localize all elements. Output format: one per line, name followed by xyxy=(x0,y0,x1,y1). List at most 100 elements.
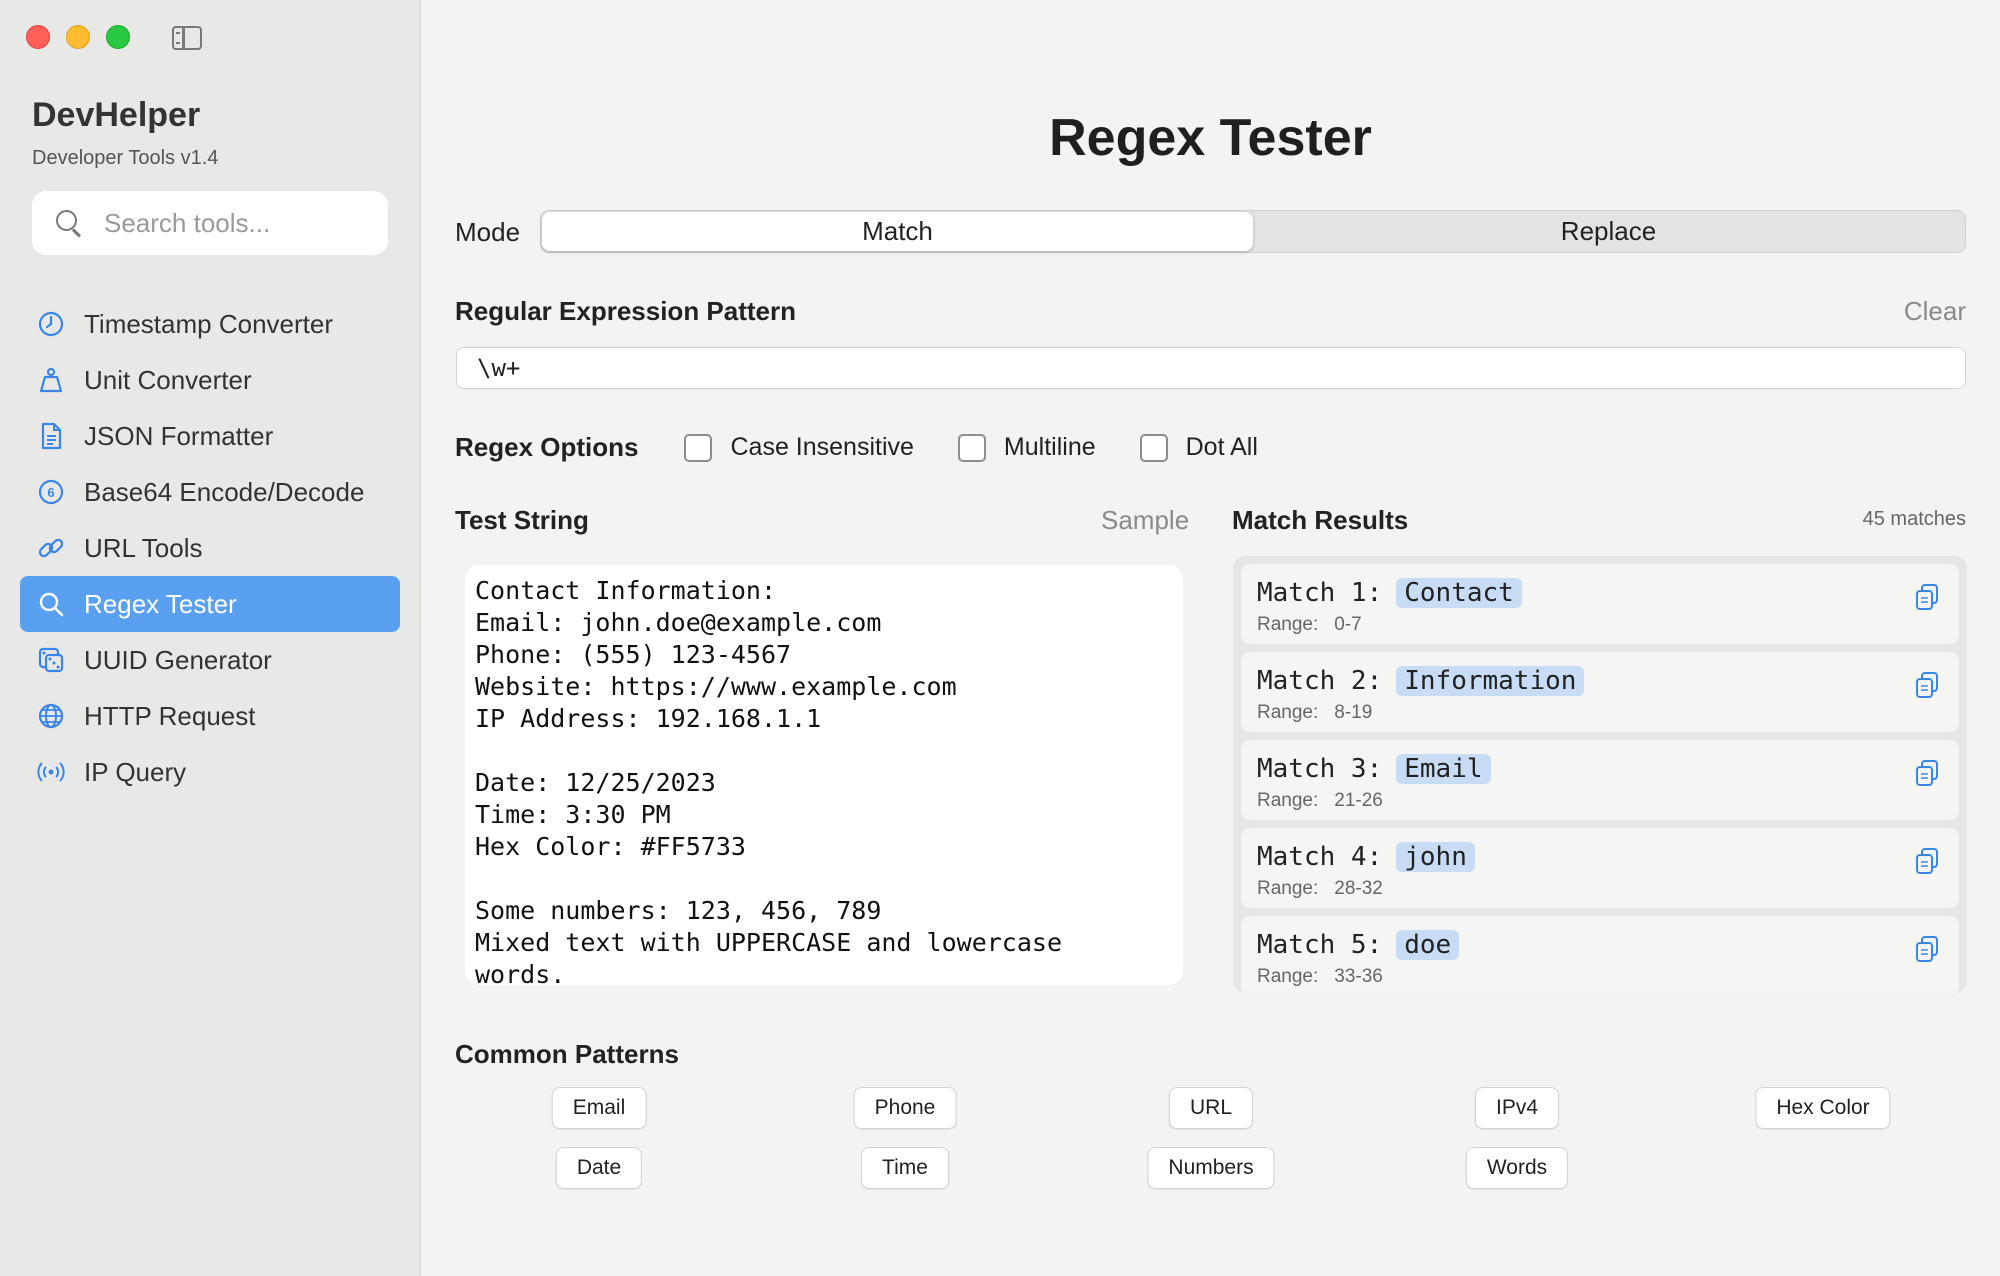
match-item: Match 2: Information Range: 8-19 xyxy=(1241,652,1959,732)
minimize-window-button[interactable] xyxy=(66,25,90,49)
match-number: Match 5: xyxy=(1257,930,1383,960)
copy-icon[interactable] xyxy=(1913,758,1941,788)
sidebar-item-base64[interactable]: 6 Base64 Encode/Decode xyxy=(20,464,400,520)
match-number: Match 4: xyxy=(1257,842,1383,872)
zoom-window-button[interactable] xyxy=(106,25,130,49)
search-icon xyxy=(56,210,82,236)
match-number: Match 3: xyxy=(1257,754,1383,784)
window-controls xyxy=(26,25,130,49)
range-value: 28-32 xyxy=(1334,878,1383,899)
copy-icon[interactable] xyxy=(1913,934,1941,964)
match-item: Match 1: Contact Range: 0-7 xyxy=(1241,564,1959,644)
test-string-editor[interactable]: Contact Information: Email: john.doe@exa… xyxy=(465,565,1183,985)
scale-icon xyxy=(36,365,66,395)
sidebar-item-http-request[interactable]: HTTP Request xyxy=(20,688,400,744)
search-input[interactable] xyxy=(104,207,374,239)
sidebar-item-label: UUID Generator xyxy=(84,644,272,675)
app-subtitle: Developer Tools v1.4 xyxy=(32,147,219,169)
sample-button[interactable]: Sample xyxy=(1101,505,1189,536)
match-number: Match 1: xyxy=(1257,578,1383,608)
sidebar-toggle-icon[interactable] xyxy=(172,26,202,50)
search-box[interactable] xyxy=(32,191,388,255)
mode-replace-tab[interactable]: Replace xyxy=(1253,212,1964,251)
sidebar-item-label: Regex Tester xyxy=(84,588,237,619)
sidebar-item-uuid-generator[interactable]: UUID Generator xyxy=(20,632,400,688)
range-label: Range: xyxy=(1257,790,1319,811)
sidebar-item-unit-converter[interactable]: Unit Converter xyxy=(20,352,400,408)
range-label: Range: xyxy=(1257,614,1319,635)
mode-segmented-control: Match Replace xyxy=(540,210,1966,253)
mode-match-tab[interactable]: Match xyxy=(542,212,1253,251)
checkbox-box[interactable] xyxy=(957,433,986,462)
main-content: Regex Tester Mode Match Replace Regular … xyxy=(421,0,2000,1276)
range-label: Range: xyxy=(1257,702,1319,723)
pattern-phone-button[interactable]: Phone xyxy=(853,1087,957,1129)
common-patterns-label: Common Patterns xyxy=(455,1039,679,1069)
sidebar-item-label: Unit Converter xyxy=(84,364,252,395)
globe-icon xyxy=(36,701,66,731)
sidebar-item-label: IP Query xyxy=(84,756,187,787)
match-value: doe xyxy=(1396,930,1460,960)
dice-icon xyxy=(36,645,66,675)
close-window-button[interactable] xyxy=(26,25,50,49)
match-value: Contact xyxy=(1396,578,1522,608)
range-value: 0-7 xyxy=(1334,614,1362,635)
checkbox-box[interactable] xyxy=(684,433,713,462)
copy-icon[interactable] xyxy=(1913,670,1941,700)
match-item: Match 5: doe Range: 33-36 xyxy=(1241,916,1959,993)
pattern-ipv4-button[interactable]: IPv4 xyxy=(1474,1087,1560,1129)
options-label: Regex Options xyxy=(455,432,639,462)
match-value: Email xyxy=(1396,754,1491,784)
range-value: 8-19 xyxy=(1334,702,1373,723)
sidebar-item-label: URL Tools xyxy=(84,532,203,563)
pattern-url-button[interactable]: URL xyxy=(1168,1087,1254,1129)
match-value: john xyxy=(1396,842,1475,872)
pattern-input[interactable] xyxy=(456,347,1966,389)
range-value: 33-36 xyxy=(1334,966,1383,987)
dot-all-checkbox[interactable]: Dot All xyxy=(1139,433,1258,462)
clear-button[interactable]: Clear xyxy=(1904,296,1966,327)
match-item: Match 4: john Range: 28-32 xyxy=(1241,828,1959,908)
sidebar: DevHelper Developer Tools v1.4 Timestamp… xyxy=(0,0,421,1276)
pattern-numbers-button[interactable]: Numbers xyxy=(1147,1147,1275,1189)
sidebar-item-regex-tester[interactable]: Regex Tester xyxy=(20,576,400,632)
checkbox-box[interactable] xyxy=(1139,433,1168,462)
test-string-label: Test String xyxy=(455,505,589,535)
copy-icon[interactable] xyxy=(1913,582,1941,612)
match-results-list[interactable]: Match 1: Contact Range: 0-7 Match 2: Info… xyxy=(1233,556,1967,993)
sidebar-item-timestamp-converter[interactable]: Timestamp Converter xyxy=(20,296,400,352)
sidebar-item-json-formatter[interactable]: JSON Formatter xyxy=(20,408,400,464)
pattern-email-button[interactable]: Email xyxy=(551,1087,647,1129)
pattern-hex-color-button[interactable]: Hex Color xyxy=(1755,1087,1891,1129)
app-title: DevHelper xyxy=(32,96,201,134)
pattern-label: Regular Expression Pattern xyxy=(455,296,796,326)
match-value: Information xyxy=(1396,666,1585,696)
match-count: 45 matches xyxy=(1862,508,1966,530)
link-icon xyxy=(36,533,66,563)
multiline-checkbox[interactable]: Multiline xyxy=(957,433,1096,462)
checkbox-label: Multiline xyxy=(1003,433,1096,461)
document-icon xyxy=(36,421,66,451)
sidebar-item-label: Timestamp Converter xyxy=(84,308,333,339)
mode-label: Mode xyxy=(455,217,521,247)
clock-icon xyxy=(36,309,66,339)
pattern-time-button[interactable]: Time xyxy=(861,1147,949,1189)
regex-options: Regex Options Case Insensitive Multiline… xyxy=(455,432,1302,463)
sidebar-item-ip-query[interactable]: IP Query xyxy=(20,744,400,800)
pattern-date-button[interactable]: Date xyxy=(555,1147,643,1189)
pattern-words-button[interactable]: Words xyxy=(1465,1147,1569,1189)
case-insensitive-checkbox[interactable]: Case Insensitive xyxy=(684,433,914,462)
match-item: Match 3: Email Range: 21-26 xyxy=(1241,740,1959,820)
svg-text:6: 6 xyxy=(47,485,54,500)
test-string-text[interactable]: Contact Information: Email: john.doe@exa… xyxy=(475,575,1173,985)
sidebar-item-label: HTTP Request xyxy=(84,700,256,731)
copy-icon[interactable] xyxy=(1913,846,1941,876)
antenna-icon xyxy=(36,757,66,787)
match-results-label: Match Results xyxy=(1232,505,1409,535)
sidebar-item-url-tools[interactable]: URL Tools xyxy=(20,520,400,576)
sidebar-item-label: JSON Formatter xyxy=(84,420,274,451)
range-label: Range: xyxy=(1257,966,1319,987)
range-value: 21-26 xyxy=(1334,790,1383,811)
search-icon xyxy=(36,589,66,619)
number-six-circle-icon: 6 xyxy=(36,477,66,507)
